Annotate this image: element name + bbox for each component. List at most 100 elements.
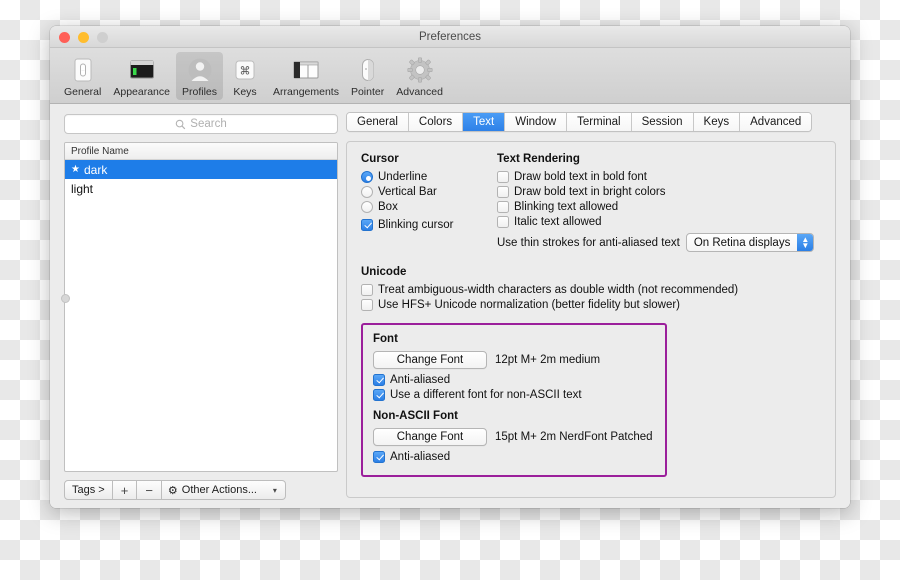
radio-box[interactable]: [361, 201, 373, 213]
thin-strokes-label: Use thin strokes for anti-aliased text: [497, 237, 680, 249]
toolbar-label: Appearance: [113, 86, 170, 98]
profiles-icon: [185, 55, 215, 85]
blinking-cursor-row[interactable]: Blinking cursor: [361, 219, 497, 231]
checkbox-non-ascii-antialiased[interactable]: [373, 451, 385, 463]
preferences-window: Preferences General Appearance: [50, 26, 850, 508]
toolbar-item-pointer[interactable]: Pointer: [345, 52, 390, 100]
profile-tab-bar: General Colors Text Window Terminal Sess…: [346, 112, 812, 132]
profile-row-dark[interactable]: ★ dark: [65, 160, 337, 179]
window-titlebar: Preferences: [50, 26, 850, 48]
checkbox-italic-text-allowed[interactable]: [497, 216, 509, 228]
profiles-bottom-bar: Tags > + − ⚙ Other Actions... ▾: [64, 480, 338, 500]
cursor-option-vertical-bar[interactable]: Vertical Bar: [361, 186, 497, 198]
remove-profile-button[interactable]: −: [137, 480, 162, 500]
checkbox-label: Italic text allowed: [514, 216, 602, 228]
traffic-light-group: [59, 32, 108, 43]
profile-row-light[interactable]: light: [65, 179, 337, 198]
font-group-title: Font: [373, 333, 655, 345]
add-profile-button[interactable]: +: [113, 480, 138, 500]
general-icon: [68, 55, 98, 85]
preferences-toolbar: General Appearance Profiles ⌘ Keys: [50, 48, 850, 104]
checkbox-hfs-normalization[interactable]: [361, 299, 373, 311]
font-different-nonascii-row[interactable]: Use a different font for non-ASCII text: [373, 389, 655, 401]
toolbar-item-advanced[interactable]: Advanced: [390, 52, 449, 100]
toolbar-label: Keys: [233, 86, 256, 98]
font-settings-highlight-box: Font Change Font 12pt M+ 2m medium Anti-…: [361, 323, 667, 477]
gear-icon: ⚙: [168, 484, 178, 497]
search-icon: [175, 119, 186, 130]
appearance-icon: [127, 55, 157, 85]
rendering-row-bold-font[interactable]: Draw bold text in bold font: [497, 171, 823, 183]
unicode-group-title: Unicode: [361, 266, 823, 278]
tab-session[interactable]: Session: [632, 113, 694, 131]
minimize-button[interactable]: [78, 32, 89, 43]
non-ascii-font-group-title: Non-ASCII Font: [373, 410, 655, 422]
toolbar-label: General: [64, 86, 101, 98]
rendering-row-bright-colors[interactable]: Draw bold text in bright colors: [497, 186, 823, 198]
checkbox-label: Blinking text allowed: [514, 201, 618, 213]
non-ascii-font-change-row: Change Font 15pt M+ 2m NerdFont Patched: [373, 428, 655, 446]
text-rendering-group-title: Text Rendering: [497, 153, 823, 165]
cursor-and-rendering-row: Cursor Underline Vertical Bar Box: [361, 153, 823, 252]
tab-text[interactable]: Text: [463, 113, 505, 131]
chevron-down-icon: ▾: [273, 486, 277, 495]
other-actions-menu[interactable]: ⚙ Other Actions... ▾: [162, 480, 286, 500]
checkbox-draw-bold-bright-colors[interactable]: [497, 186, 509, 198]
font-change-row: Change Font 12pt M+ 2m medium: [373, 351, 655, 369]
radio-vertical-bar[interactable]: [361, 186, 373, 198]
toolbar-item-profiles[interactable]: Profiles: [176, 52, 223, 100]
checkbox-draw-bold-bold-font[interactable]: [497, 171, 509, 183]
svg-text:⌘: ⌘: [240, 65, 251, 78]
radio-underline[interactable]: [361, 171, 373, 183]
checkbox-label: Use a different font for non-ASCII text: [390, 389, 582, 401]
chevron-down-icon: ▼: [801, 243, 809, 249]
window-body: Search Profile Name ★ dark light Tags > …: [50, 104, 850, 508]
checkbox-label: Blinking cursor: [378, 219, 453, 231]
tab-terminal[interactable]: Terminal: [567, 113, 631, 131]
tab-colors[interactable]: Colors: [409, 113, 463, 131]
checkbox-blinking-text-allowed[interactable]: [497, 201, 509, 213]
close-button[interactable]: [59, 32, 70, 43]
profile-name: dark: [84, 163, 107, 177]
font-antialiased-row[interactable]: Anti-aliased: [373, 374, 655, 386]
splitter-handle[interactable]: [61, 294, 70, 303]
checkbox-label: Draw bold text in bright colors: [514, 186, 665, 198]
thin-strokes-value: On Retina displays: [687, 234, 798, 251]
unicode-row-hfs-normalization[interactable]: Use HFS+ Unicode normalization (better f…: [361, 299, 823, 311]
toolbar-item-arrangements[interactable]: Arrangements: [267, 52, 345, 100]
thin-strokes-popup[interactable]: On Retina displays ▲ ▼: [686, 233, 815, 252]
change-font-button[interactable]: Change Font: [373, 351, 487, 369]
zoom-button[interactable]: [97, 32, 108, 43]
checkbox-blinking-cursor[interactable]: [361, 219, 373, 231]
text-settings-panel: Cursor Underline Vertical Bar Box: [346, 141, 836, 498]
toolbar-item-general[interactable]: General: [58, 52, 107, 100]
tab-window[interactable]: Window: [505, 113, 567, 131]
toolbar-label: Advanced: [396, 86, 443, 98]
tags-button[interactable]: Tags >: [64, 480, 113, 500]
cursor-option-box[interactable]: Box: [361, 201, 497, 213]
toolbar-item-keys[interactable]: ⌘ Keys: [223, 52, 267, 100]
toolbar-item-appearance[interactable]: Appearance: [107, 52, 176, 100]
change-non-ascii-font-button[interactable]: Change Font: [373, 428, 487, 446]
checkbox-label: Anti-aliased: [390, 374, 450, 386]
unicode-row-ambiguous-width[interactable]: Treat ambiguous-width characters as doub…: [361, 284, 823, 296]
tab-general[interactable]: General: [347, 113, 409, 131]
star-icon: ★: [71, 164, 80, 175]
non-ascii-font-description: 15pt M+ 2m NerdFont Patched: [495, 431, 653, 443]
cursor-option-underline[interactable]: Underline: [361, 171, 497, 183]
rendering-row-blinking-text[interactable]: Blinking text allowed: [497, 201, 823, 213]
profiles-list: Profile Name ★ dark light: [64, 142, 338, 472]
profiles-sidebar: Search Profile Name ★ dark light Tags > …: [50, 104, 346, 508]
checkbox-font-antialiased[interactable]: [373, 374, 385, 386]
non-ascii-antialiased-row[interactable]: Anti-aliased: [373, 451, 655, 463]
keys-icon: ⌘: [230, 55, 260, 85]
tab-keys[interactable]: Keys: [694, 113, 741, 131]
checkbox-use-different-font[interactable]: [373, 389, 385, 401]
rendering-row-italic-text[interactable]: Italic text allowed: [497, 216, 823, 228]
search-input[interactable]: Search: [64, 114, 338, 134]
checkbox-label: Treat ambiguous-width characters as doub…: [378, 284, 738, 296]
popup-stepper-icon[interactable]: ▲ ▼: [797, 234, 813, 251]
checkbox-ambiguous-width[interactable]: [361, 284, 373, 296]
tab-advanced[interactable]: Advanced: [740, 113, 811, 131]
radio-label: Underline: [378, 171, 427, 183]
